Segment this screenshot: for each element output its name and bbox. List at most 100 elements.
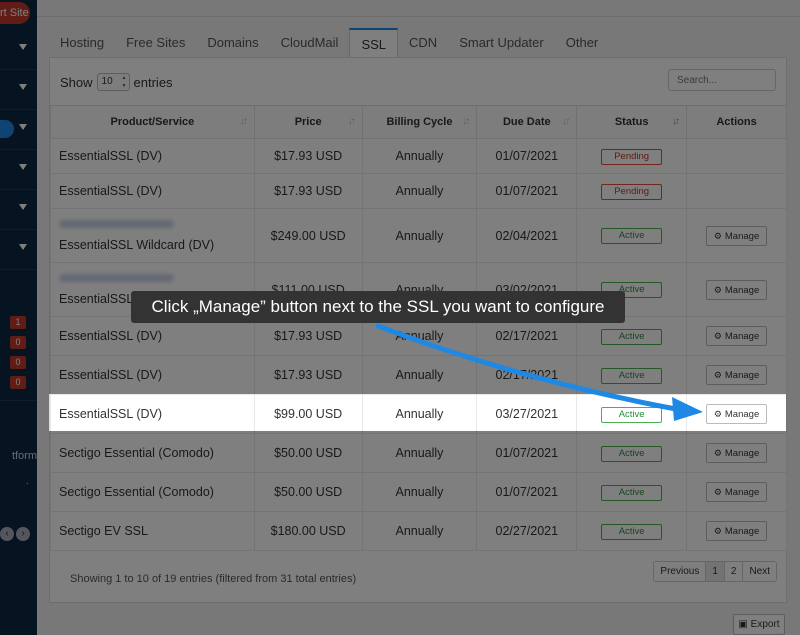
product-cell: EssentialSSL Wildcard (DV) [50, 208, 255, 263]
entries-select[interactable]: 10 [96, 73, 130, 91]
ssl-panel: Show 10 entries Product/Service↓↑ Price↓… [49, 57, 787, 603]
tab-free-sites[interactable]: Free Sites [115, 28, 196, 58]
tab-cloudmail[interactable]: CloudMail [270, 28, 350, 58]
billing-cycle-cell: Annually [361, 138, 478, 174]
product-cell: EssentialSSL (DV) [50, 394, 255, 434]
next-button[interactable]: Next [742, 562, 776, 581]
due-date-cell: 02/17/2021 [476, 355, 578, 395]
due-date-cell: 02/04/2021 [476, 208, 578, 263]
sidebar-nav-arrows: ‹ › [0, 525, 32, 541]
actions-cell: ⚙ Manage [686, 316, 787, 356]
status-badge: Active [601, 484, 663, 501]
search-input[interactable] [668, 69, 776, 91]
sidebar-item-1[interactable] [0, 30, 37, 70]
gears-icon: ⚙ [713, 526, 722, 536]
show-label: Show [60, 74, 93, 90]
chevron-right-icon[interactable]: › [16, 527, 30, 541]
column-header-billing-cycle[interactable]: Billing Cycle ↓↑ [361, 105, 478, 139]
page-2-button[interactable]: 2 [723, 562, 743, 581]
sidebar-item-3[interactable] [0, 110, 37, 150]
status-cell: Pending [576, 138, 688, 174]
due-date-cell: 03/27/2021 [476, 394, 578, 434]
previous-button[interactable]: Previous [654, 562, 706, 581]
manage-button[interactable]: ⚙ Manage [706, 521, 768, 541]
count-badge: 1 [10, 316, 26, 329]
entries-label: entries [133, 74, 173, 90]
chevron-down-icon [19, 164, 27, 170]
sort-icon: ↓↑ [672, 116, 680, 127]
price-cell: $17.93 USD [253, 173, 363, 209]
tab-cdn[interactable]: CDN [398, 28, 448, 58]
table-header-row: Product/Service ↓↑ Price ↓↑ Billing Cycle ↓… [50, 105, 787, 139]
service-tabs: Hosting Free Sites Domains CloudMail SSL… [49, 28, 609, 58]
billing-cycle-cell: Annually [361, 472, 478, 512]
platform-label: tform [11, 450, 37, 462]
billing-cycle-cell: Annually [361, 355, 478, 395]
product-cell: Sectigo Essential (Comodo) [50, 433, 255, 473]
product-cell: Sectigo Essential (Comodo) [50, 472, 255, 512]
price-cell: $249.00 USD [253, 208, 363, 263]
sidebar-item-5[interactable] [0, 190, 37, 230]
billing-cycle-cell: Annually [361, 394, 478, 434]
price-cell: $180.00 USD [253, 511, 363, 551]
sidebar-item-2[interactable] [0, 70, 37, 110]
column-header-price[interactable]: Price ↓↑ [253, 105, 363, 139]
status-cell: Active [576, 355, 688, 395]
sort-icon: ↓↑ [462, 116, 470, 127]
price-cell: $50.00 USD [253, 472, 363, 512]
tab-smart-updater[interactable]: Smart Updater [448, 28, 555, 58]
actions-cell: ⚙ Manage [686, 511, 787, 551]
gears-icon: ⚙ [713, 409, 722, 419]
column-header-product[interactable]: Product/Service ↓↑ [50, 105, 255, 139]
page-1-button[interactable]: 1 [705, 562, 724, 581]
gears-icon: ⚙ [713, 230, 722, 241]
count-badge: 0 [10, 336, 26, 349]
tab-ssl[interactable]: SSL [349, 28, 399, 58]
manage-button[interactable]: ⚙ Manage [706, 443, 768, 463]
sidebar-item-4[interactable] [0, 150, 37, 190]
manage-button[interactable]: ⚙ Manage [706, 482, 768, 502]
sidebar: rt Site 1 0 0 0 tform · ‹ › [0, 0, 37, 635]
export-button[interactable]: ▣ Export [733, 614, 785, 635]
product-cell: EssentialSSL (DV) [50, 355, 255, 395]
price-cell: $17.93 USD [253, 355, 363, 395]
actions-cell: ⚙ Manage [686, 433, 787, 473]
billing-cycle-cell: Annually [361, 208, 478, 263]
chevron-down-icon [19, 124, 27, 130]
gears-icon: ⚙ [713, 331, 722, 341]
chevron-down-icon [19, 44, 27, 50]
due-date-cell: 02/27/2021 [476, 511, 578, 551]
manage-button[interactable]: ⚙ Manage [706, 365, 768, 385]
tab-hosting[interactable]: Hosting [49, 28, 115, 58]
billing-cycle-cell: Annually [361, 173, 478, 209]
sort-icon: ↓↑ [562, 116, 570, 127]
top-divider [37, 16, 800, 17]
tab-domains[interactable]: Domains [196, 28, 269, 58]
actions-cell: ⚙ Manage [686, 472, 787, 512]
gears-icon: ⚙ [713, 370, 722, 380]
entries-info: Showing 1 to 10 of 19 entries (filtered … [70, 573, 357, 585]
manage-button[interactable]: ⚙ Manage [706, 279, 768, 300]
gears-icon: ⚙ [713, 487, 722, 497]
column-header-status[interactable]: Status ↓↑ [576, 105, 688, 139]
status-badge: Pending [601, 148, 663, 165]
status-badge: Pending [601, 183, 663, 200]
tab-other[interactable]: Other [555, 28, 610, 58]
manage-button[interactable]: ⚙ Manage [706, 326, 768, 346]
sidebar-divider [0, 400, 37, 401]
actions-cell [686, 173, 787, 209]
manage-button[interactable]: ⚙ Manage [706, 404, 768, 424]
table-row: EssentialSSL (DV) $17.93 USD Annually 01/07… [50, 138, 787, 174]
status-badge: Active [601, 328, 663, 345]
billing-cycle-cell: Annually [361, 433, 478, 473]
chevron-down-icon [19, 84, 27, 90]
entries-control: Show 10 entries [60, 73, 173, 91]
table-row: EssentialSSL (DV) $17.93 USD Annually 01/07… [50, 173, 787, 209]
start-site-button[interactable]: rt Site [0, 2, 30, 24]
sidebar-item-6[interactable] [0, 230, 37, 270]
redacted-email [59, 273, 174, 282]
column-header-due-date[interactable]: Due Date ↓↑ [476, 105, 578, 139]
redacted-email [59, 219, 174, 228]
manage-button[interactable]: ⚙ Manage [706, 225, 768, 246]
chevron-left-icon[interactable]: ‹ [0, 527, 14, 541]
